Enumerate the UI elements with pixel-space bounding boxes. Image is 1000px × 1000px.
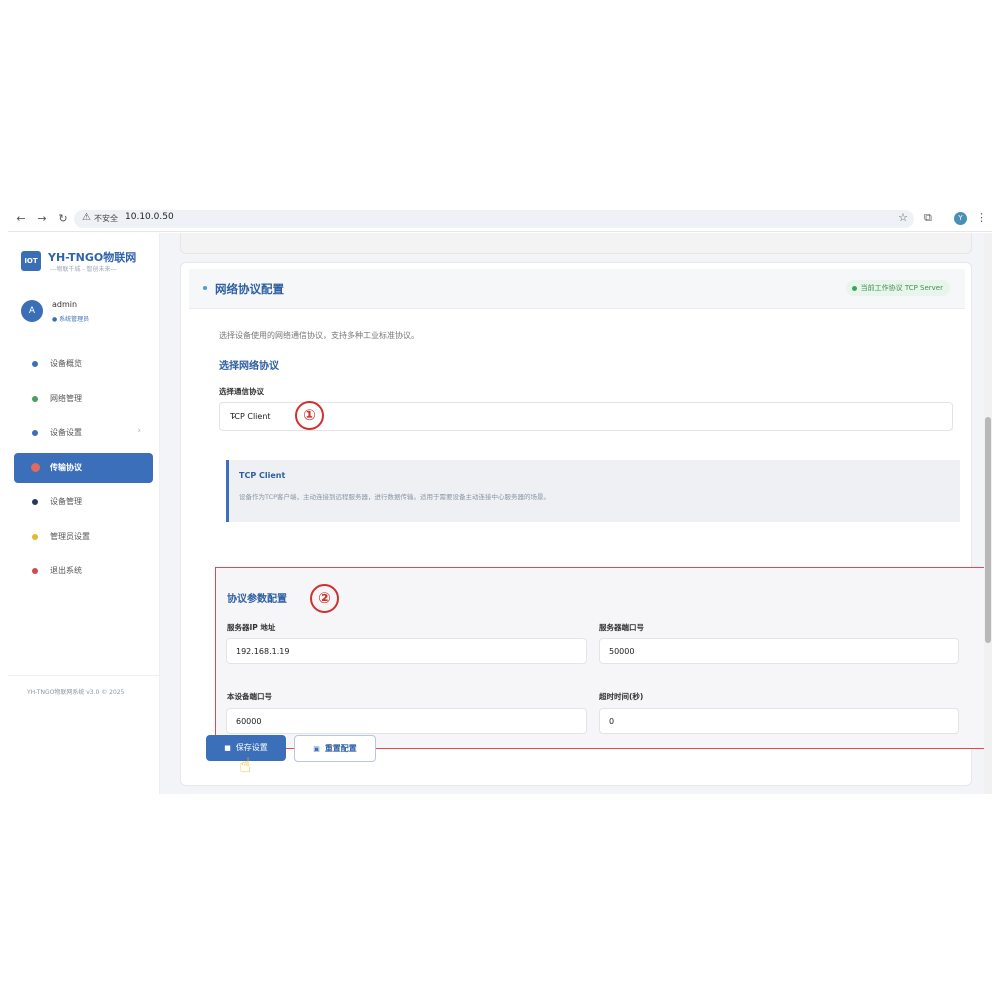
main-content: 网络协议配置 当前工作协议 TCP Server 选择设备使用的网络通信协议，支…	[160, 233, 992, 794]
sidebar-item-logout[interactable]: 退出系统	[14, 556, 153, 586]
extensions-icon[interactable]: ⧉	[924, 211, 932, 225]
sidebar-item-device-overview[interactable]: 设备概览	[14, 349, 153, 379]
url-text: 10.10.0.50	[125, 212, 174, 222]
bookmark-star-icon[interactable]: ☆	[898, 211, 908, 224]
sidebar-item-label: 传输协议	[50, 462, 82, 472]
sidebar-item-admin-settings[interactable]: 管理员设置	[14, 522, 153, 552]
user-role: ● 系统管理员	[52, 316, 90, 323]
brand-slogan: ---物联千城 - 智创未来---	[50, 266, 117, 273]
back-icon[interactable]: ←	[14, 212, 28, 226]
copyright-text: YH-TNGO物联网系统 v3.0 © 2025	[27, 689, 125, 696]
address-bar[interactable]: ⚠ 不安全 10.10.0.50 ☆	[74, 210, 914, 228]
sidebar-menu: 设备概览 网络管理 设备设置 › 传输协议 设备管理 管理员设置 退出系统	[14, 349, 153, 591]
reload-icon[interactable]: ↻	[56, 212, 70, 226]
reset-button-label: 重置配置	[324, 744, 357, 753]
local-port-label: 本设备端口号	[227, 692, 272, 701]
sidebar-item-transport-protocol[interactable]: 传输协议	[14, 452, 153, 483]
menu-dot-icon	[32, 499, 38, 505]
server-ip-label: 服务器IP 地址	[227, 623, 276, 632]
menu-dot-icon	[32, 430, 38, 436]
status-badge: 当前工作协议 TCP Server	[845, 280, 950, 296]
logo-icon: IOT	[21, 251, 41, 271]
server-port-label: 服务器端口号	[599, 623, 644, 632]
card-title: 网络协议配置	[215, 282, 284, 296]
local-port-input[interactable]: 60000	[226, 708, 587, 734]
sidebar-item-network[interactable]: 网络管理	[14, 384, 153, 414]
menu-dot-icon	[31, 462, 40, 472]
annotation-marker-2: ②	[310, 584, 339, 613]
sidebar-item-label: 设备设置	[50, 428, 82, 437]
pointer-hand-icon: ☝	[239, 753, 252, 777]
info-description: 设备作为TCP客户端，主动连接到远程服务器，进行数据传输。适用于需要设备主动连接…	[239, 493, 551, 501]
chevron-down-icon: ⌄	[230, 411, 237, 420]
save-icon: ■	[224, 744, 231, 752]
card-header: 网络协议配置 当前工作协议 TCP Server	[189, 269, 965, 309]
timeout-value: 0	[609, 717, 615, 726]
profile-avatar[interactable]: Y	[954, 212, 967, 225]
params-title: 协议参数配置	[227, 594, 287, 605]
chevron-right-icon: ›	[137, 426, 141, 436]
menu-dot-icon	[32, 361, 38, 367]
protocol-params-section: 协议参数配置 ② 服务器IP 地址 192.168.1.19 服务器端口号 50…	[215, 567, 992, 749]
warning-icon: ⚠	[82, 212, 91, 223]
insecure-label: 不安全	[94, 214, 118, 223]
server-ip-input[interactable]: 192.168.1.19	[226, 638, 587, 664]
sidebar-item-label: 设备管理	[50, 497, 82, 506]
menu-dot-icon	[32, 533, 38, 540]
reset-button[interactable]: ▣ 重置配置	[294, 735, 376, 762]
protocol-select-label: 选择通信协议	[219, 387, 264, 396]
sidebar-item-device-settings[interactable]: 设备设置 ›	[14, 418, 153, 448]
title-dot-icon	[203, 286, 207, 290]
protocol-config-card: 网络协议配置 当前工作协议 TCP Server 选择设备使用的网络通信协议，支…	[180, 262, 992, 786]
sidebar-footer: YH-TNGO物联网系统 v3.0 © 2025	[8, 675, 159, 794]
avatar: A	[21, 300, 43, 322]
protocol-info-box: TCP Client 设备作为TCP客户端，主动连接到远程服务器，进行数据传输。…	[226, 460, 960, 522]
previous-card-bottom	[180, 233, 972, 254]
forward-icon[interactable]: →	[35, 212, 49, 226]
scrollbar[interactable]	[984, 233, 992, 794]
annotation-marker-1: ①	[295, 401, 324, 430]
brand-name: YH-TNGO物联网	[48, 251, 137, 264]
sidebar: IOT YH-TNGO物联网 ---物联千城 - 智创未来--- A admin…	[8, 233, 160, 794]
card-description: 选择设备使用的网络通信协议，支持多种工业标准协议。	[219, 331, 419, 340]
sidebar-item-label: 网络管理	[50, 393, 82, 403]
browser-toolbar: ← → ↻ ⚠ 不安全 10.10.0.50 ☆ ⧉ Y ⋮	[8, 206, 992, 232]
reset-icon: ▣	[313, 745, 320, 753]
sidebar-item-label: 管理员设置	[50, 531, 90, 541]
section-title: 选择网络协议	[219, 361, 279, 372]
menu-dot-icon	[32, 395, 38, 402]
local-port-value: 60000	[236, 717, 262, 726]
protocol-select[interactable]: TCP Client ⌄	[219, 402, 953, 431]
user-name: admin	[52, 300, 78, 309]
timeout-label: 超时时间(秒)	[599, 692, 644, 701]
server-port-value: 50000	[609, 647, 635, 656]
sidebar-item-label: 设备概览	[50, 359, 82, 368]
sidebar-item-device-management[interactable]: 设备管理	[14, 487, 153, 517]
timeout-input[interactable]: 0	[599, 708, 959, 734]
scrollbar-thumb[interactable]	[985, 417, 991, 643]
browser-menu-icon[interactable]: ⋮	[976, 211, 987, 224]
menu-dot-icon	[32, 568, 38, 574]
server-ip-value: 192.168.1.19	[236, 647, 290, 656]
screenshot: ← → ↻ ⚠ 不安全 10.10.0.50 ☆ ⧉ Y ⋮ IOT YH-TN…	[8, 206, 992, 794]
server-port-input[interactable]: 50000	[599, 638, 959, 664]
save-button-label: 保存设置	[235, 743, 268, 752]
sidebar-item-label: 退出系统	[50, 566, 82, 575]
info-title: TCP Client	[239, 471, 286, 480]
